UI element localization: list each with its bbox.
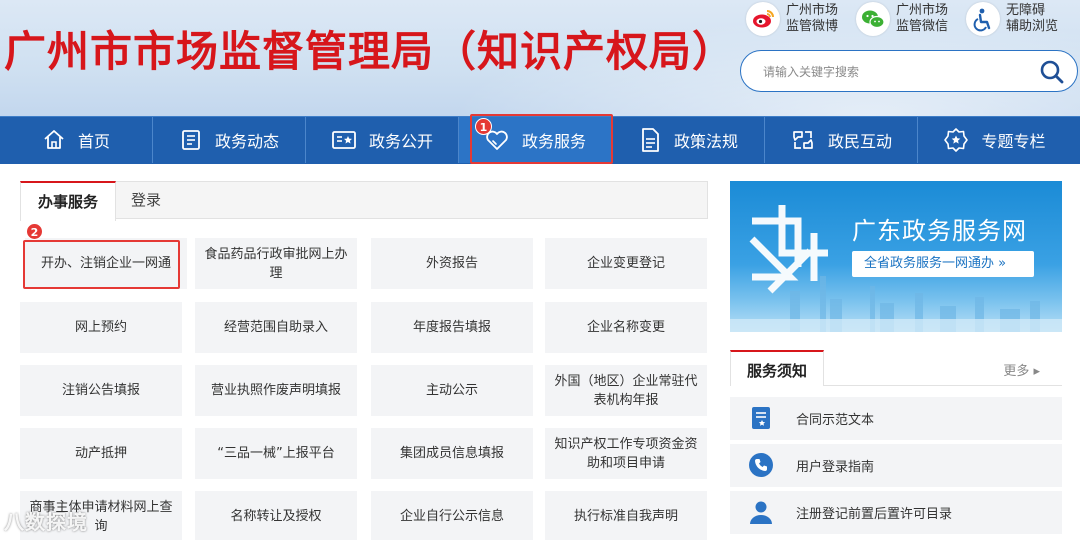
- service-item[interactable]: 企业自行公示信息: [371, 491, 533, 540]
- service-item[interactable]: 知识产权工作专项资金资助和项目申请: [545, 428, 707, 479]
- service-item[interactable]: “三品一械”上报平台: [195, 428, 357, 479]
- service-item[interactable]: 集团成员信息填报: [371, 428, 533, 479]
- accessibility-link[interactable]: 无障碍 辅助浏览: [966, 2, 1062, 36]
- nav-label: 专题专栏: [981, 132, 1046, 151]
- notice-title: 服务须知: [730, 350, 824, 386]
- service-item[interactable]: 注销公告填报: [20, 365, 182, 416]
- nav-news[interactable]: 政务动态: [153, 117, 306, 163]
- site-header: 广州市市场监督管理局（知识产权局） 广州市场 监管微博 广州市场 监管微信 无障…: [0, 0, 1080, 116]
- nav-label: 政务动态: [214, 132, 279, 151]
- nav-interaction[interactable]: 政民互动: [765, 117, 918, 163]
- service-item[interactable]: 动产抵押: [20, 428, 182, 479]
- topic-badge-icon: [944, 128, 969, 152]
- weibo-link[interactable]: 广州市场 监管微博: [746, 2, 842, 36]
- user-icon: [750, 501, 772, 524]
- service-item[interactable]: 外资报告: [371, 238, 533, 289]
- news-icon: [182, 130, 200, 150]
- wechat-label: 广州市场 监管微信: [896, 3, 949, 34]
- home-icon: [44, 130, 64, 149]
- wechat-link[interactable]: 广州市场 监管微信: [856, 2, 952, 36]
- service-item[interactable]: 年度报告填报: [371, 302, 533, 353]
- weibo-label: 广州市场 监管微博: [786, 3, 839, 34]
- tab-services[interactable]: 办事服务: [20, 181, 116, 221]
- nav-topics[interactable]: 专题专栏: [918, 117, 1071, 163]
- search-box: [740, 50, 1078, 92]
- open-gov-icon: [332, 131, 356, 149]
- service-item[interactable]: 执行标准自我声明: [545, 491, 707, 540]
- nav-label: 政策法规: [673, 132, 738, 151]
- service-item[interactable]: 主动公示: [371, 365, 533, 416]
- nav-label: 政务服务: [521, 132, 586, 151]
- site-title[interactable]: 广州市市场监督管理局（知识产权局）: [4, 18, 735, 79]
- notice-item-permit-catalog[interactable]: 注册登记前置后置许可目录: [730, 491, 1062, 534]
- service-item[interactable]: 名称转让及授权: [195, 491, 357, 540]
- nav-policy[interactable]: 政策法规: [612, 117, 765, 163]
- accessibility-label: 无障碍 辅助浏览: [1006, 3, 1059, 34]
- tab-login[interactable]: 登录: [131, 181, 161, 219]
- banner-button[interactable]: 全省政务服务一网通办 »: [852, 251, 1034, 277]
- service-item[interactable]: 企业名称变更: [545, 302, 707, 353]
- notice-item-label: 合同示范文本: [796, 413, 875, 428]
- search-input[interactable]: [763, 61, 1033, 83]
- nav-label: 政务公开: [368, 132, 433, 151]
- banner-title: 广东政务服务网: [852, 217, 1027, 245]
- service-item[interactable]: 网上预约: [20, 302, 182, 353]
- phone-icon: [749, 453, 773, 477]
- nav-label: 政民互动: [827, 132, 892, 151]
- notice-item-contract[interactable]: 合同示范文本: [730, 397, 1062, 440]
- notice-more-link[interactable]: 更多 ▸: [1003, 360, 1040, 379]
- contract-icon: [752, 407, 770, 429]
- service-item[interactable]: 经营范围自助录入: [195, 302, 357, 353]
- service-item[interactable]: 营业执照作废声明填报: [195, 365, 357, 416]
- search-icon[interactable]: [1039, 59, 1065, 85]
- nav-label: 首页: [77, 132, 110, 151]
- notice-item-label: 用户登录指南: [796, 460, 875, 475]
- document-icon: [642, 128, 659, 152]
- nav-open-gov[interactable]: 政务公开: [306, 117, 459, 163]
- main-nav: 首页 政务动态 政务公开 政务服务 政策法规 政民互动 专题专栏: [0, 116, 1080, 164]
- service-item[interactable]: 开办、注销企业一网通: [25, 238, 187, 289]
- gd-gov-service-banner[interactable]: 广东政务服务网 全省政务服务一网通办 »: [730, 181, 1062, 332]
- watermark: 八数探境: [4, 510, 88, 534]
- service-tabs: 办事服务 登录: [20, 181, 708, 221]
- step-badge-1: 1: [475, 118, 492, 135]
- step-badge-2: 2: [26, 223, 43, 240]
- wechat-icon: [856, 2, 890, 36]
- notice-header: 服务须知 更多 ▸: [730, 350, 1062, 386]
- accessibility-icon: [966, 2, 1000, 36]
- notice-item-label: 注册登记前置后置许可目录: [796, 507, 953, 522]
- weibo-icon: [746, 2, 780, 36]
- interaction-icon: [793, 131, 813, 149]
- service-item[interactable]: 企业变更登记: [545, 238, 707, 289]
- service-item[interactable]: 外国（地区）企业常驻代表机构年报: [545, 365, 707, 416]
- service-item[interactable]: 食品药品行政审批网上办理: [195, 238, 357, 289]
- notice-item-login-guide[interactable]: 用户登录指南: [730, 444, 1062, 487]
- quick-links: 广州市场 监管微博 广州市场 监管微信 无障碍 辅助浏览: [746, 2, 1062, 36]
- nav-home[interactable]: 首页: [0, 117, 153, 163]
